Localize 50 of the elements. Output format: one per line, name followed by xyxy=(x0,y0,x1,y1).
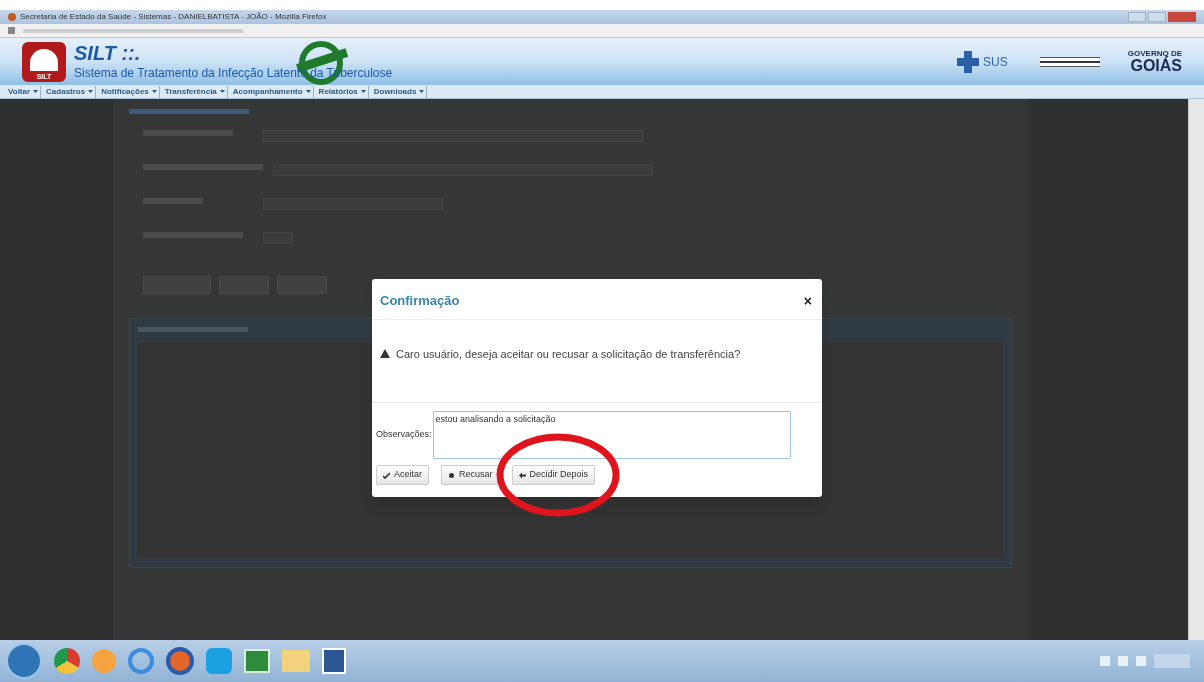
document-icon[interactable] xyxy=(322,648,346,674)
menu-item[interactable]: Acompanhamento xyxy=(230,85,314,98)
minimize-button[interactable] xyxy=(1128,12,1146,22)
cross-icon xyxy=(957,50,980,73)
secretaria-logo xyxy=(1039,56,1100,67)
menu-item[interactable]: Voltar xyxy=(6,85,42,98)
dialog-message: Caro usuário, deseja aceitar ou recusar a solicitação de transferência? xyxy=(396,346,741,362)
later-button[interactable]: Decidir Depois xyxy=(511,465,596,485)
menu-item[interactable]: Cadastros xyxy=(44,85,97,98)
caret-icon xyxy=(88,90,94,93)
caret-icon xyxy=(219,90,225,93)
check-icon xyxy=(383,471,390,479)
accept-button[interactable]: Aceitar xyxy=(376,465,429,485)
state-logo-text: GOIÁS xyxy=(1130,57,1182,74)
observations-field[interactable]: estou analisando a solicitação xyxy=(432,411,791,459)
caret-icon xyxy=(305,90,311,93)
maximize-button[interactable] xyxy=(1148,12,1166,22)
page-icon xyxy=(8,27,15,34)
government-label: GOVERNO DE xyxy=(1127,49,1182,58)
warning-icon xyxy=(380,349,390,359)
media-player-icon[interactable] xyxy=(92,649,116,673)
menu-item[interactable]: Transferência xyxy=(162,85,228,98)
close-button[interactable]: × xyxy=(803,293,812,308)
chrome-icon[interactable] xyxy=(54,648,80,674)
dot-icon xyxy=(448,471,455,479)
skype-icon[interactable] xyxy=(206,648,232,674)
menu-item[interactable]: Relatórios xyxy=(316,85,369,98)
spreadsheet-icon[interactable] xyxy=(244,649,270,673)
caret-icon xyxy=(33,90,39,93)
firefox-taskbar-icon[interactable] xyxy=(166,647,194,675)
caret-icon xyxy=(419,90,425,93)
close-button[interactable] xyxy=(1168,12,1196,22)
refuse-button[interactable]: Recusar xyxy=(441,465,500,485)
start-button[interactable] xyxy=(6,643,42,679)
firefox-icon xyxy=(8,13,16,21)
app-name: SILT ::. xyxy=(74,42,142,63)
menu-item[interactable]: Downloads xyxy=(371,85,428,98)
browser-icon[interactable] xyxy=(128,648,154,674)
caret-icon xyxy=(360,90,366,93)
menu-item[interactable]: Notificações xyxy=(99,85,160,98)
folder-icon[interactable] xyxy=(282,650,310,672)
scrollbar[interactable] xyxy=(1188,99,1204,640)
sus-logo-text: SUS xyxy=(983,53,1008,71)
blurred-clock xyxy=(1154,654,1190,668)
observations-label: Observações: xyxy=(376,428,432,442)
reply-arrow-icon xyxy=(518,471,526,479)
address-bar[interactable] xyxy=(0,24,1204,38)
window-title: Secretaria de Estado da Saúde - Sistemas - DANIELBATISTA - JOÃO - Mozilla Firefox xyxy=(20,13,327,21)
caret-icon xyxy=(151,90,157,93)
dialog-title: Confirmação xyxy=(380,292,460,310)
